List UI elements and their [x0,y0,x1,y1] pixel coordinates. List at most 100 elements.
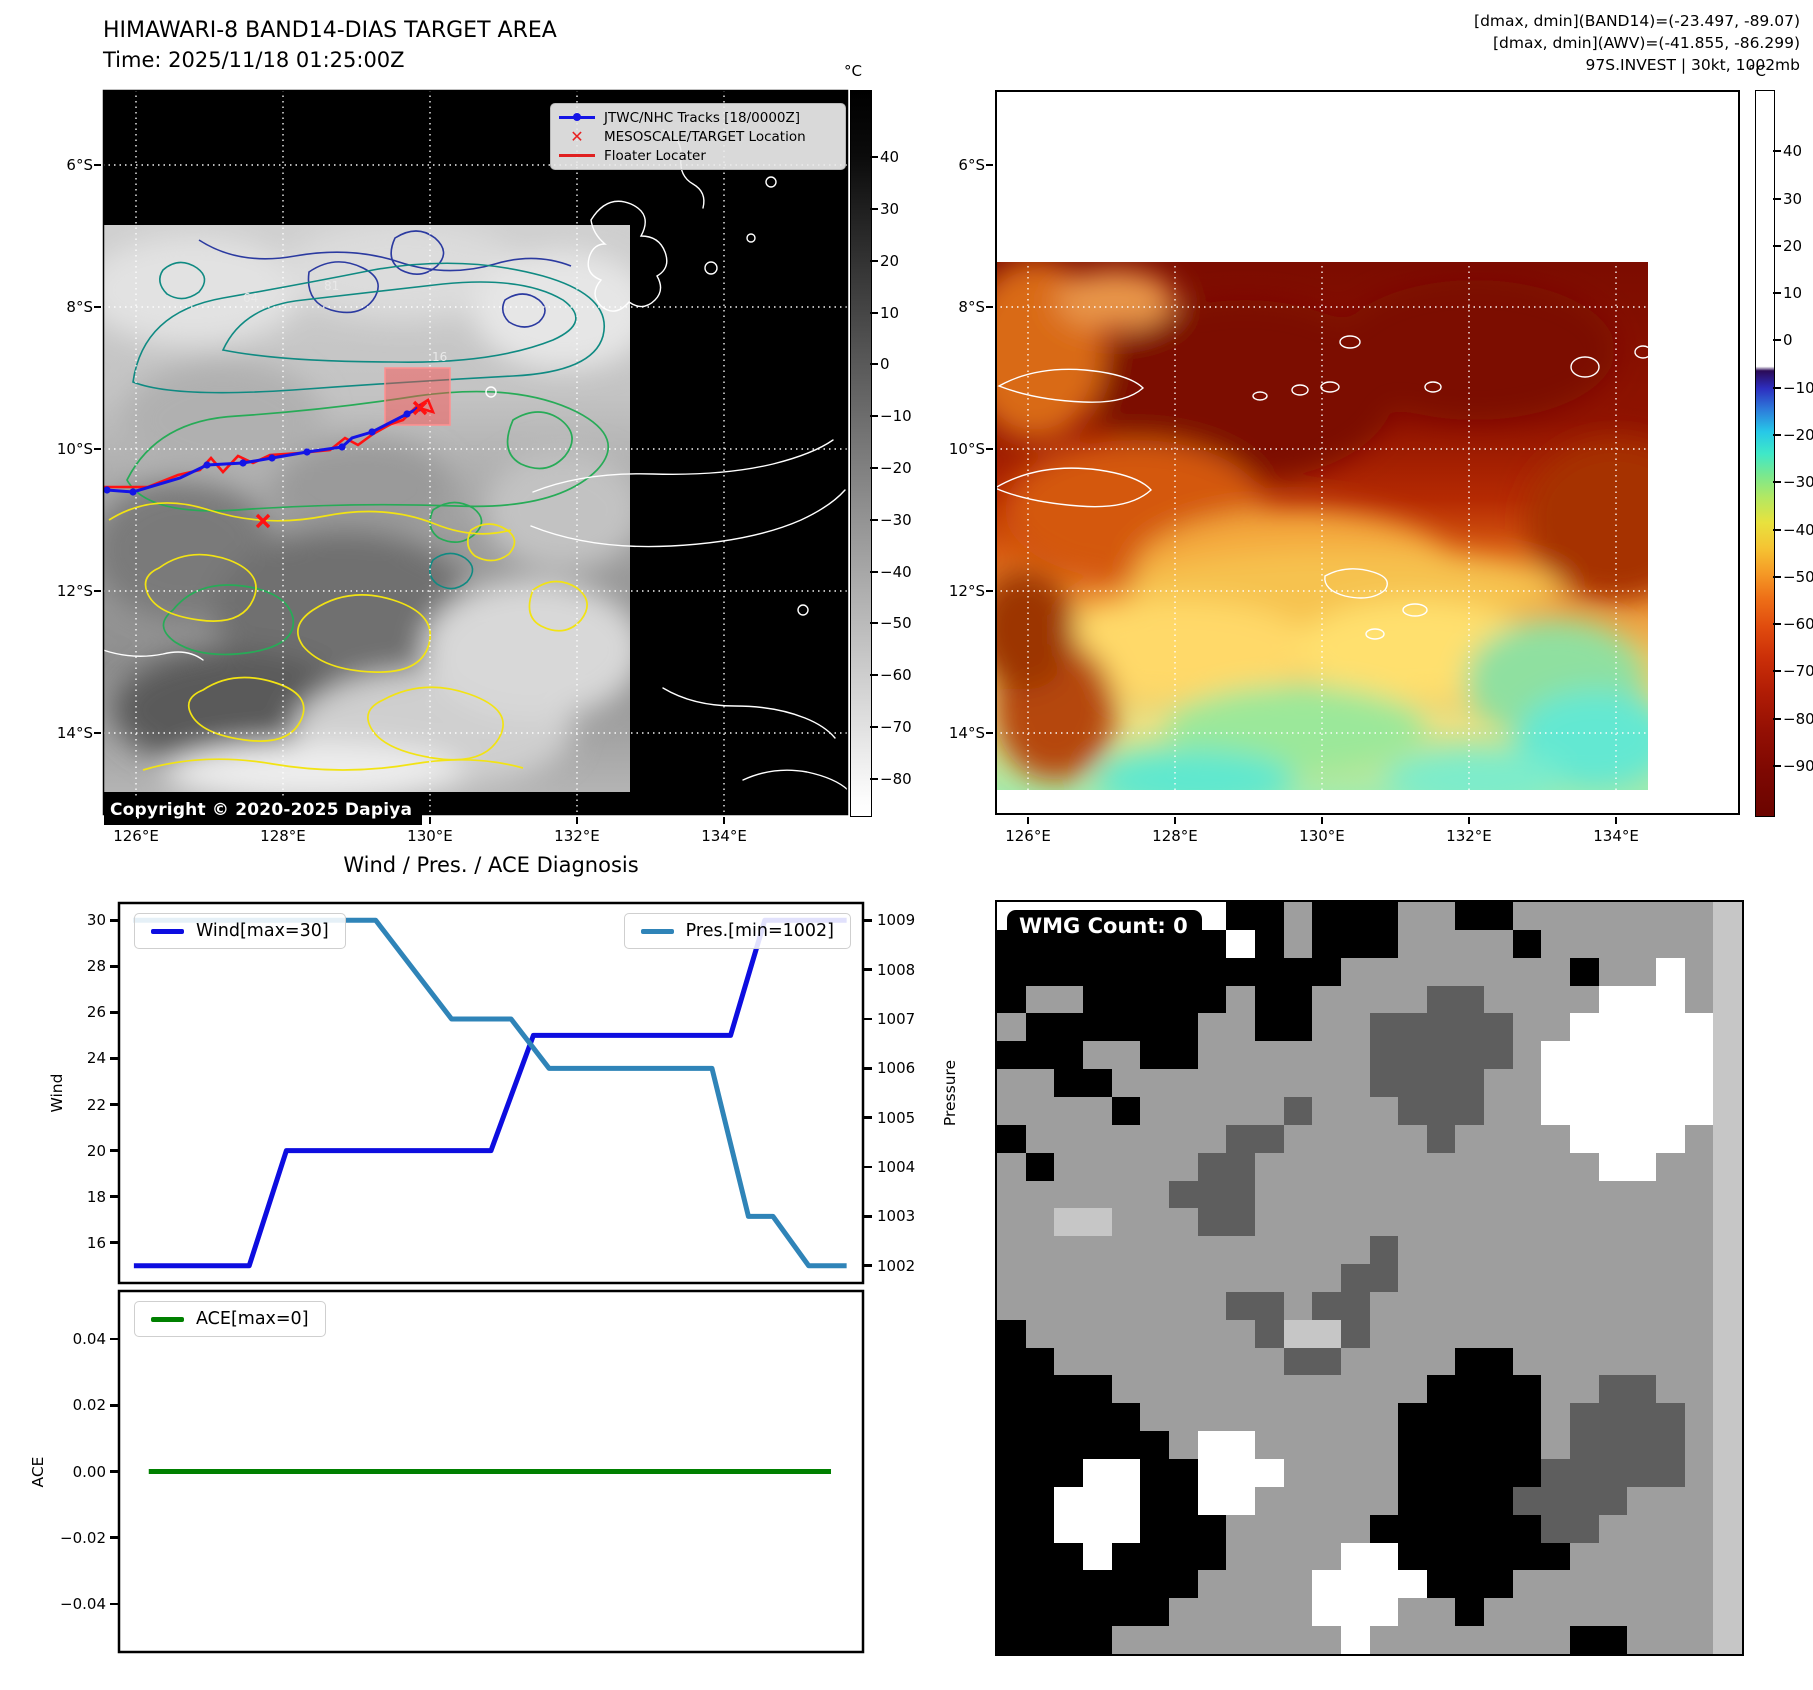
wmg-pixel [1254,1208,1284,1237]
wmg-pixel [1082,1069,1112,1097]
wmg-pixel [1570,1431,1599,1460]
wmg-pixel [1082,1124,1112,1153]
wmg-pixel [1627,1514,1657,1543]
wmg-pixel [1082,1375,1112,1404]
pressure-tick [864,968,872,971]
awv-colorbar-tick-label: −20 [1783,426,1813,444]
wmg-pixel [1197,929,1227,958]
wmg-pixel [1598,1041,1628,1070]
wmg-pixel [1570,929,1599,958]
wmg-pixel [1054,1152,1083,1181]
wmg-pixel [1598,902,1628,930]
wmg-pixel [1082,1626,1112,1654]
wind-tick-label: 28 [86,957,106,976]
band14-colorbar-tick-label: −70 [880,717,912,736]
pressure-tick-label: 1007 [877,1009,916,1028]
awv-lat-tick-label: 10°S [948,440,985,459]
wmg-pixel [1684,957,1714,986]
wmg-pixel [1140,1403,1169,1432]
wmg-pixel [1627,902,1657,930]
wmg-pixel [1598,1069,1628,1097]
pressure-tick [864,1264,872,1267]
wmg-pixel [1312,1152,1341,1181]
wmg-pixel [1111,1152,1141,1181]
wmg-pixel [1340,1291,1370,1320]
wmg-pixel [1283,1291,1313,1320]
wmg-pixel [1369,1570,1399,1599]
wmg-pixel [1168,1347,1198,1376]
wmg-pixel [1512,1347,1542,1376]
wind-tick-label: 20 [86,1141,106,1160]
wmg-pixel [1484,1570,1513,1599]
ace-tick-label: 0.02 [72,1396,106,1415]
ace-tick [110,1404,118,1407]
wmg-pixel [1598,1598,1628,1627]
wmg-pixel [1656,957,1685,986]
pressure-series-line [133,917,847,1269]
wmg-pixel [1484,957,1513,986]
wmg-pixel [1398,1291,1427,1320]
wmg-pixel [1598,1431,1628,1460]
wmg-pixel [1656,1403,1685,1432]
wmg-pixel [1111,1514,1141,1543]
wmg-pixel [1512,1152,1542,1181]
band14-colorbar-tick-label: 10 [880,303,900,322]
wmg-pixel [1512,1013,1542,1042]
wmg-pixel [1226,1459,1255,1487]
wmg-pixel [1197,1069,1227,1097]
wmg-pixel [1627,1180,1657,1209]
wmg-pixel [1713,1041,1742,1070]
wmg-pixel [997,1013,1026,1042]
pressure-tick [864,1067,872,1070]
wmg-pixel [1140,1236,1169,1265]
wmg-pixel [1226,1096,1255,1125]
wmg-pixel [1283,1264,1313,1292]
wmg-pixel [1082,1570,1112,1599]
wmg-pixel [1226,985,1255,1014]
wmg-pixel [1254,1096,1284,1125]
pressure-tick-label: 1004 [877,1158,916,1177]
band14-lon-tick [428,817,431,824]
wmg-pixel [1484,1124,1513,1153]
wind-tick [110,1195,118,1198]
wmg-pixel [1226,1236,1255,1265]
wmg-pixel [1054,1431,1083,1460]
wmg-pixel [1426,1570,1456,1599]
wmg-pixel [1197,1570,1227,1599]
wmg-pixel [1283,1236,1313,1265]
wmg-pixel [1226,1264,1255,1292]
wmg-pixel [1541,1208,1571,1237]
wmg-pixel [1484,1208,1513,1237]
wmg-pixel [1570,1514,1599,1543]
wmg-pixel [1082,1347,1112,1376]
wmg-pixel [1054,1542,1083,1571]
wmg-pixel [1455,1486,1485,1515]
wmg-pixel [1684,1347,1714,1376]
wmg-pixel [1598,985,1628,1014]
wmg-pixel [1455,1319,1485,1348]
wmg-pixel [1283,1514,1313,1543]
wmg-pixel [1197,985,1227,1014]
wind-tick [110,919,118,922]
wmg-pixel [1398,1208,1427,1237]
wmg-pixel [1570,1291,1599,1320]
wmg-pixel [1025,1208,1055,1237]
wmg-pixel [1627,1570,1657,1599]
awv-colorbar-tick [1773,386,1781,389]
wmg-pixel [1541,1319,1571,1348]
wmg-pixel [1656,1570,1685,1599]
legend-series-label: ACE[max=0] [196,1309,309,1329]
wmg-pixel [1254,1319,1284,1348]
awv-lon-tick [1615,817,1618,824]
wmg-pixel [1168,1319,1198,1348]
pressure-tick-label: 1005 [877,1108,916,1127]
wmg-pixel [1054,957,1083,986]
wmg-pixel [1627,1124,1657,1153]
wmg-pixel [1713,1542,1742,1571]
wmg-pixel [1168,1403,1198,1432]
wmg-pixel [1627,1542,1657,1571]
wmg-pixel [1570,1542,1599,1571]
wmg-pixel [1140,1041,1169,1070]
wmg-pixel [1455,1264,1485,1292]
wmg-pixel [1283,1319,1313,1348]
